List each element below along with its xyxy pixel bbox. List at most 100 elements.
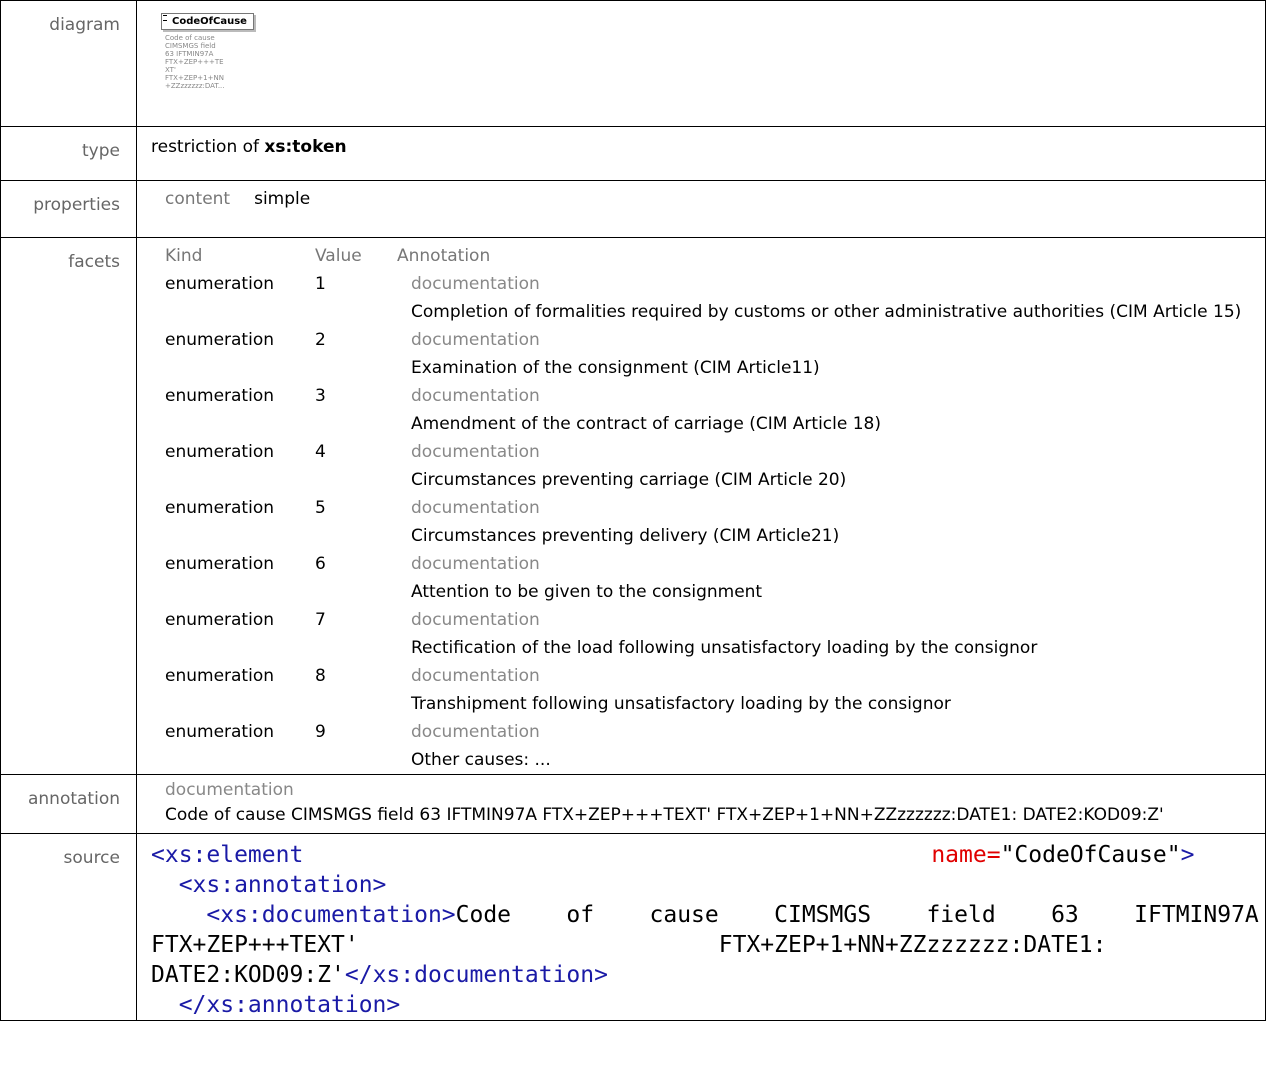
facet-value: 2 (315, 330, 326, 350)
facet-doc-label: documentation (411, 330, 540, 350)
facet-annotation-text: Completion of formalities required by cu… (397, 298, 1265, 326)
facet-doc-label: documentation (411, 610, 540, 630)
facet-kind: enumeration (165, 386, 274, 406)
facet-value: 3 (315, 386, 326, 406)
facet-kind: enumeration (165, 554, 274, 574)
facet-annotation-text: Transhipment following unsatisfactory lo… (397, 690, 1265, 718)
facet-doc-text: Circumstances preventing delivery (CIM A… (411, 526, 840, 546)
facet-kind: enumeration (165, 722, 274, 742)
facet-doc-label: documentation (411, 666, 540, 686)
facets-header-value: Value (315, 246, 362, 266)
diagram-row: diagram CodeOfCause Code of cause CIMSMG… (0, 0, 1266, 127)
source-documentation-text-1: Code of cause CIMSMGS field 63 IFTMIN97A (455, 902, 1259, 928)
facets-body: enumeration 1 documentation Completion of f… (165, 270, 1265, 774)
annotation-doc-label: documentation (165, 780, 294, 800)
schema-doc-table: diagram CodeOfCause Code of cause CIMSMG… (0, 0, 1266, 1021)
facet-annotation-text: Other causes: ... (397, 746, 1265, 774)
row-label-diagram: diagram (0, 0, 137, 127)
facet-kind: enumeration (165, 330, 274, 350)
row-label-properties: properties (0, 180, 137, 238)
facet-doc-text: Rectification of the load following unsa… (411, 638, 1038, 658)
facet-doc-text: Transhipment following unsatisfactory lo… (411, 694, 951, 714)
annotation-row: annotation documentation Code of cause C… (0, 774, 1266, 834)
facet-doc-text: Amendment of the contract of carriage (C… (411, 414, 881, 434)
facet-value: 8 (315, 666, 326, 686)
facet-row: enumeration 9 documentation (165, 718, 1265, 746)
facet-row: enumeration 8 documentation (165, 662, 1265, 690)
facet-kind: enumeration (165, 498, 274, 518)
source-documentation-text-3: DATE2:KOD09:Z' (151, 962, 345, 988)
facet-row: enumeration 1 documentation (165, 270, 1265, 298)
facet-doc-text: Circumstances preventing carriage (CIM A… (411, 470, 847, 490)
facet-annotation-text: Circumstances preventing carriage (CIM A… (397, 466, 1265, 494)
annotation-doc-text: Code of cause CIMSMGS field 63 IFTMIN97A… (165, 805, 1164, 825)
facet-row: enumeration 4 documentation (165, 438, 1265, 466)
facets-row: facets Kind Value Annotation enumeration… (0, 237, 1266, 775)
facet-value: 7 (315, 610, 326, 630)
facet-annotation: documentation (397, 662, 1265, 690)
facet-kind: enumeration (165, 610, 274, 630)
facet-doc-label: documentation (411, 722, 540, 742)
facets-cell: Kind Value Annotation enumeration 1 docume… (136, 237, 1266, 775)
source-element-close-bracket: > (1180, 842, 1195, 868)
facet-annotation: documentation (397, 270, 1265, 298)
facet-row: enumeration 7 documentation (165, 606, 1265, 634)
row-label-facets: facets (0, 237, 137, 775)
source-annotation-close: </xs:annotation> (151, 992, 401, 1018)
facets-header-kind: Kind (165, 246, 203, 266)
properties-cell: content simple (136, 180, 1266, 238)
facet-row: enumeration 3 documentation (165, 382, 1265, 410)
facets-header-row: Kind Value Annotation (165, 242, 1265, 270)
row-label-source: source (0, 833, 137, 1021)
facet-annotation-text: Circumstances preventing delivery (CIM A… (397, 522, 1265, 550)
element-diagram-box[interactable]: CodeOfCause (161, 13, 254, 30)
type-prefix: restriction of (151, 137, 265, 157)
facet-kind: enumeration (165, 666, 274, 686)
facet-annotation-text: Examination of the consignment (CIM Arti… (397, 354, 1265, 382)
diagram-box-title: CodeOfCause (172, 16, 247, 27)
facet-doc-label: documentation (411, 442, 540, 462)
source-attr-name: name= (931, 842, 1001, 868)
facet-row: enumeration 5 documentation (165, 494, 1265, 522)
facet-value: 9 (315, 722, 326, 742)
source-attr-value: "CodeOfCause" (1000, 842, 1181, 868)
source-code: <xs:element name="CodeOfCause"> <xs:annot… (151, 840, 1259, 1020)
diagram-note: Code of cause CIMSMGS field 63 IFTMIN97A… (165, 34, 225, 90)
property-value: simple (254, 189, 311, 209)
source-annotation-open: <xs:annotation> (151, 872, 387, 898)
facet-value: 4 (315, 442, 326, 462)
facet-value: 5 (315, 498, 326, 518)
facet-annotation-text: Amendment of the contract of carriage (C… (397, 410, 1265, 438)
properties-row: properties content simple (0, 180, 1266, 238)
facet-annotation: documentation (397, 438, 1265, 466)
facet-doc-label: documentation (411, 498, 540, 518)
type-cell: restriction of xs:token (136, 126, 1266, 181)
facet-doc-text: Examination of the consignment (CIM Arti… (411, 358, 820, 378)
facet-annotation: documentation (397, 606, 1265, 634)
facet-kind: enumeration (165, 274, 274, 294)
diagram-cell: CodeOfCause Code of cause CIMSMGS field … (136, 0, 1266, 127)
row-label-annotation: annotation (0, 774, 137, 834)
source-row: source <xs:element name="CodeOfCause"> <x… (0, 833, 1266, 1021)
facet-doc-text: Other causes: ... (411, 750, 551, 770)
facet-annotation: documentation (397, 382, 1265, 410)
source-element-open: <xs:element (151, 842, 304, 868)
source-documentation-text-2: FTX+ZEP+++TEXT' FTX+ZEP+1+NN+ZZzzzzzz:DA… (151, 932, 1107, 958)
facet-doc-text: Attention to be given to the consignment (411, 582, 763, 602)
facet-doc-label: documentation (411, 274, 540, 294)
source-cell: <xs:element name="CodeOfCause"> <xs:annot… (136, 833, 1266, 1021)
facet-row: enumeration 6 documentation (165, 550, 1265, 578)
facet-annotation: documentation (397, 494, 1265, 522)
facet-annotation: documentation (397, 718, 1265, 746)
source-documentation-close: </xs:documentation> (344, 962, 608, 988)
facets-header-annotation: Annotation (397, 246, 491, 266)
facet-annotation: documentation (397, 550, 1265, 578)
facet-doc-text: Completion of formalities required by cu… (411, 302, 1242, 322)
type-base-link[interactable]: xs:token (264, 137, 346, 157)
row-label-type: type (0, 126, 137, 181)
facet-doc-label: documentation (411, 386, 540, 406)
facet-annotation: documentation (397, 326, 1265, 354)
facet-annotation-text: Rectification of the load following unsa… (397, 634, 1265, 662)
facet-row: enumeration 2 documentation (165, 326, 1265, 354)
element-icon (163, 15, 167, 21)
